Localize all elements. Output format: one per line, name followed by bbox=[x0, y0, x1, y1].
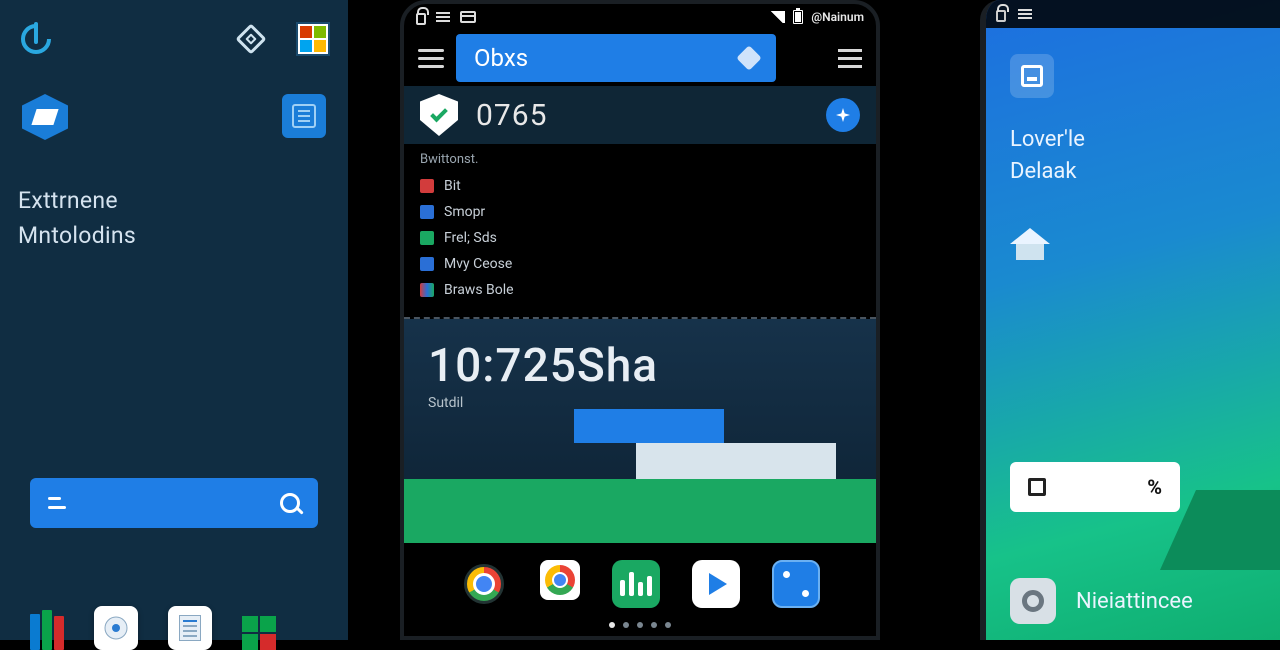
overflow-icon[interactable] bbox=[838, 49, 862, 68]
dice-app-icon[interactable] bbox=[772, 560, 820, 608]
status-bar: @Nainum bbox=[404, 4, 876, 30]
brand-logo-icon[interactable] bbox=[18, 21, 54, 57]
home-icon[interactable] bbox=[1010, 228, 1050, 260]
list-item-label: Mvy Ceose bbox=[444, 256, 512, 272]
list-item-label: Frel; Sds bbox=[444, 230, 497, 246]
spark-icon bbox=[836, 108, 850, 122]
chrome-alt-app-icon[interactable] bbox=[540, 560, 580, 600]
status-menu-icon bbox=[1018, 9, 1032, 19]
books-icon[interactable] bbox=[30, 610, 64, 650]
clock-time: 10:725Sha bbox=[428, 339, 852, 393]
title-chip[interactable]: Obxs bbox=[456, 34, 776, 82]
lock-icon bbox=[416, 13, 426, 25]
right-status-bar bbox=[986, 0, 1280, 28]
dock-app-2[interactable] bbox=[168, 606, 212, 650]
chip-app-icon[interactable] bbox=[282, 94, 326, 138]
search-bar[interactable] bbox=[30, 478, 318, 528]
equalizer-app-icon[interactable] bbox=[612, 560, 660, 608]
list-item[interactable]: Mvy Ceose bbox=[420, 251, 860, 277]
search-icon bbox=[280, 493, 300, 513]
percent-label: % bbox=[1147, 475, 1162, 499]
app-bar: Obxs bbox=[404, 30, 876, 86]
left-panel: Exttrnene Mntolodins bbox=[0, 0, 360, 640]
list-item[interactable]: Frel; Sds bbox=[420, 225, 860, 251]
list-item-label: Braws Bole bbox=[444, 282, 514, 298]
left-title-line1: Exttrnene bbox=[18, 184, 330, 219]
mid-dock bbox=[404, 560, 876, 608]
status-menu-icon bbox=[436, 12, 450, 22]
middle-phone-wrap: @Nainum Obxs 0765 Bwittonst. Bit Smopr F… bbox=[400, 0, 900, 640]
hex-app-icon[interactable] bbox=[22, 94, 68, 140]
right-panel: Lover'le Delaak % Nieiattincee bbox=[900, 0, 1280, 640]
middle-phone: @Nainum Obxs 0765 Bwittonst. Bit Smopr F… bbox=[400, 0, 880, 640]
list-item[interactable]: Bit bbox=[420, 173, 860, 199]
list-item[interactable]: Braws Bole bbox=[420, 277, 860, 303]
left-topbar bbox=[18, 12, 330, 66]
clock-widget[interactable]: 10:725Sha Sutdil bbox=[404, 319, 876, 543]
right-phone: Lover'le Delaak % Nieiattincee bbox=[980, 0, 1280, 640]
carrier-label: @Nainum bbox=[811, 10, 864, 24]
play-app-icon[interactable] bbox=[692, 560, 740, 608]
list-item-label: Smopr bbox=[444, 204, 485, 220]
left-dock bbox=[30, 606, 276, 650]
list-header: Bwittonst. bbox=[420, 152, 860, 167]
list-item-label: Bit bbox=[444, 178, 461, 194]
wallpaper-landscape bbox=[404, 423, 876, 543]
left-title-line2: Mntolodins bbox=[18, 219, 330, 254]
shield-icon bbox=[420, 94, 458, 136]
action-fab[interactable] bbox=[826, 98, 860, 132]
circle-icon bbox=[1022, 590, 1044, 612]
right-title-line1: Lover'le bbox=[1010, 124, 1256, 156]
info-number: 0765 bbox=[476, 98, 547, 133]
right-card[interactable]: % bbox=[1010, 462, 1180, 512]
drawer-icon[interactable] bbox=[418, 49, 444, 68]
right-title-line2: Delaak bbox=[1010, 156, 1256, 188]
left-title: Exttrnene Mntolodins bbox=[18, 184, 330, 253]
battery-icon bbox=[793, 10, 803, 24]
status-card-icon bbox=[460, 11, 476, 23]
list-area: Bwittonst. Bit Smopr Frel; Sds Mvy Ceose… bbox=[404, 144, 876, 313]
chrome-app-icon[interactable] bbox=[460, 560, 508, 608]
dock-app-3[interactable] bbox=[242, 616, 276, 650]
title-chip-label: Obxs bbox=[474, 44, 528, 72]
microsoft-tiles-icon[interactable] bbox=[296, 22, 330, 56]
right-title: Lover'le Delaak bbox=[1010, 124, 1256, 188]
checkbox-icon bbox=[1028, 478, 1046, 496]
dock-app-1[interactable] bbox=[94, 606, 138, 650]
notify-icon bbox=[736, 45, 761, 70]
list-item[interactable]: Smopr bbox=[420, 199, 860, 225]
left-shortcut-row bbox=[18, 94, 330, 140]
right-bottom-row: Nieiattincee bbox=[1010, 578, 1193, 624]
diamond-icon[interactable] bbox=[235, 23, 266, 54]
right-bottom-label: Nieiattincee bbox=[1076, 589, 1193, 614]
lock-icon bbox=[996, 10, 1006, 22]
right-app-tile[interactable] bbox=[1010, 54, 1054, 98]
page-indicator[interactable] bbox=[404, 622, 876, 628]
signal-icon bbox=[769, 11, 785, 23]
info-row: 0765 bbox=[404, 86, 876, 144]
search-menu-icon bbox=[48, 497, 66, 509]
right-fab[interactable] bbox=[1010, 578, 1056, 624]
